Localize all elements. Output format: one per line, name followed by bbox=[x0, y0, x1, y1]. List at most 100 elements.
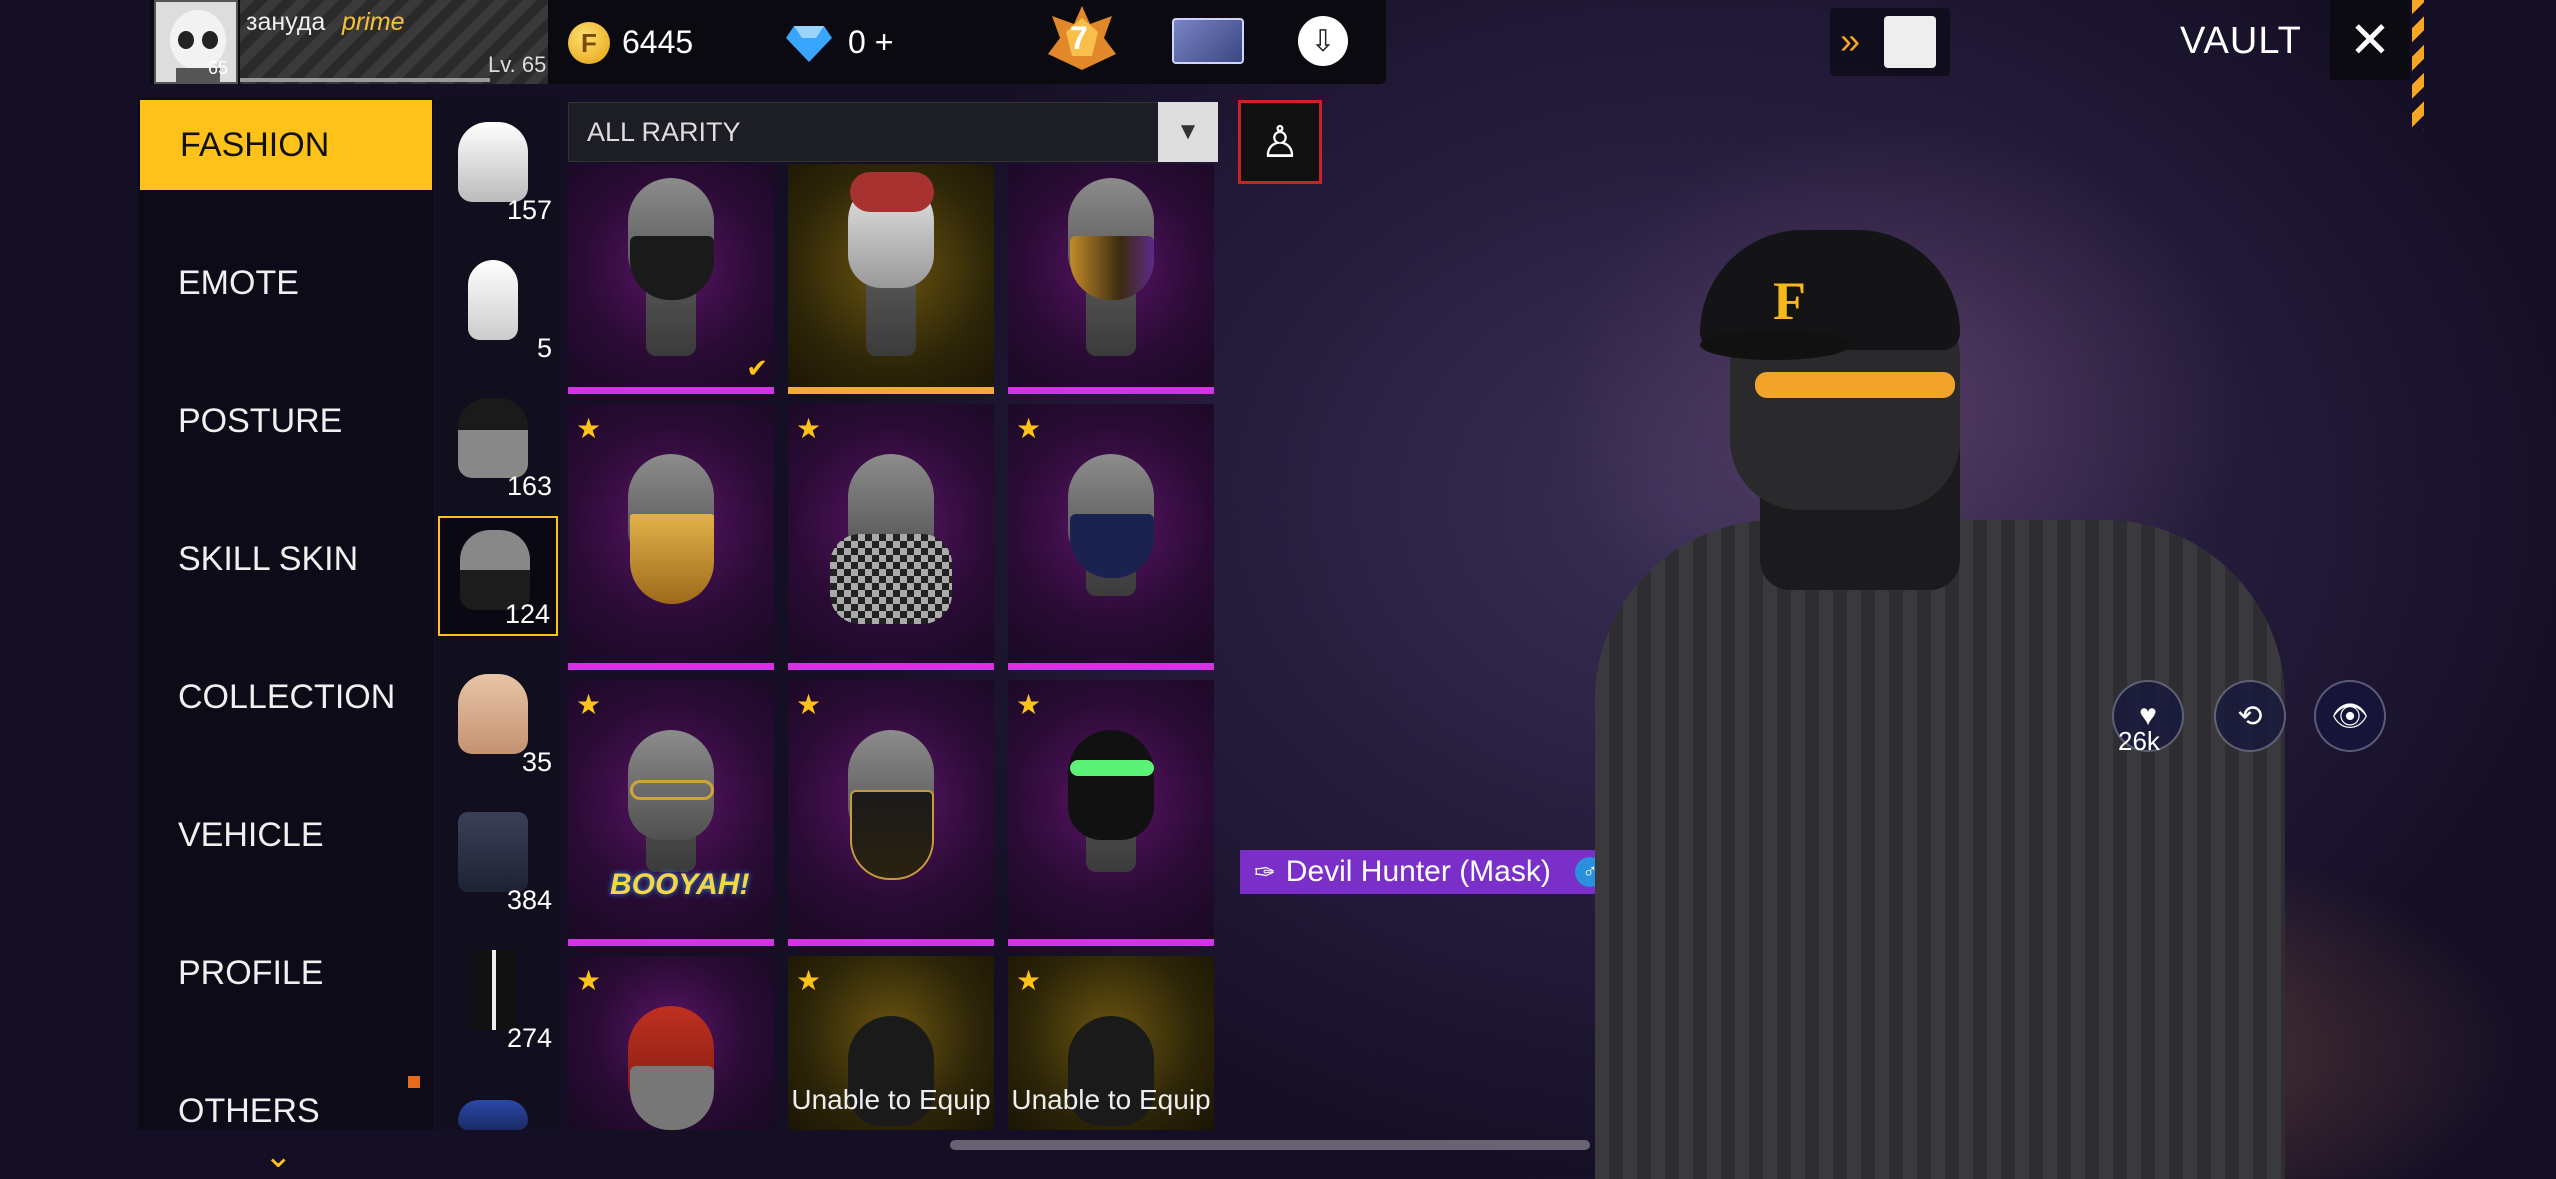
sub-count: 384 bbox=[506, 885, 552, 915]
mask-graphic bbox=[630, 1066, 714, 1130]
item-card[interactable]: ★ bbox=[568, 404, 774, 670]
mask-graphic bbox=[1070, 236, 1154, 300]
rarity-bar bbox=[788, 663, 994, 670]
sub-count: 274 bbox=[506, 1023, 552, 1053]
double-chevron-icon: » bbox=[1840, 20, 1861, 61]
portrait-icon bbox=[1884, 16, 1936, 68]
player-name: зануда bbox=[246, 8, 326, 36]
shoes-icon bbox=[458, 1100, 528, 1130]
item-card[interactable]: ★ bbox=[788, 404, 994, 670]
sub-bottom[interactable]: 274 bbox=[438, 938, 558, 1058]
jumpsuit-icon bbox=[468, 260, 518, 340]
cap-logo: F bbox=[1773, 271, 1806, 331]
menu-fashion[interactable]: FASHION bbox=[140, 100, 432, 190]
notification-dot bbox=[408, 1076, 420, 1088]
gold-coin-icon: F bbox=[568, 22, 610, 64]
pants-icon bbox=[472, 950, 516, 1030]
cap-visor bbox=[1700, 330, 1850, 360]
menu-collection[interactable]: COLLECTION bbox=[138, 652, 434, 742]
gold-amount: 6445 bbox=[622, 24, 694, 60]
mask-icon bbox=[460, 530, 530, 610]
mask-graphic bbox=[850, 790, 934, 880]
item-card[interactable] bbox=[1008, 164, 1214, 394]
card-vault-button[interactable] bbox=[1172, 18, 1244, 64]
avatar-level: 65 bbox=[208, 58, 229, 78]
rarity-bar bbox=[788, 387, 994, 394]
menu-emote[interactable]: EMOTE bbox=[138, 238, 434, 328]
sub-headwear[interactable]: 163 bbox=[438, 386, 558, 506]
sub-top[interactable]: 384 bbox=[438, 800, 558, 920]
rarity-bar bbox=[568, 387, 774, 394]
sub-full-outfit[interactable]: 157 bbox=[438, 110, 558, 230]
star-icon: ★ bbox=[576, 965, 602, 996]
sub-count: 157 bbox=[506, 195, 552, 225]
player-level: Lv. 65 bbox=[488, 52, 547, 77]
mannequin-icon[interactable]: ♙ bbox=[1238, 100, 1322, 184]
star-icon: ★ bbox=[796, 965, 822, 996]
item-card[interactable]: ★ bbox=[788, 680, 994, 946]
rotate-phone-icon[interactable]: ⟲ bbox=[2214, 680, 2286, 752]
unable-to-equip-label: Unable to Equip bbox=[1011, 1084, 1211, 1115]
item-card[interactable]: ★ BOOYAH! bbox=[568, 680, 774, 946]
item-card[interactable]: ★ Unable to Equip bbox=[1008, 956, 1214, 1130]
star-icon: ★ bbox=[1016, 965, 1042, 996]
rarity-bar bbox=[1008, 663, 1214, 670]
equipped-check-icon: ✔ bbox=[746, 353, 768, 383]
item-card[interactable]: ★ bbox=[568, 956, 774, 1130]
deco-stripe bbox=[2412, 0, 2424, 130]
face-icon bbox=[458, 674, 528, 754]
mannequin-head bbox=[1068, 730, 1154, 840]
sub-shoes[interactable] bbox=[438, 1076, 558, 1130]
mask-graphic bbox=[630, 236, 714, 300]
jacket-icon bbox=[458, 812, 528, 892]
chevron-down-icon[interactable]: ⌄ bbox=[264, 1136, 293, 1176]
item-card[interactable]: ★ Unable to Equip bbox=[788, 956, 994, 1130]
cloud-download-icon[interactable]: ⇩ bbox=[1298, 16, 1348, 66]
menu-skill-skin[interactable]: SKILL SKIN bbox=[138, 514, 434, 604]
sub-count: 5 bbox=[536, 333, 552, 363]
rarity-filter[interactable]: ALL RARITY bbox=[568, 102, 1218, 162]
close-icon[interactable]: ✕ bbox=[2330, 0, 2410, 80]
scrollbar[interactable] bbox=[950, 1140, 1590, 1150]
booyah-logo: BOOYAH! bbox=[610, 868, 750, 901]
sub-count: 35 bbox=[521, 747, 552, 777]
item-card[interactable]: ★ bbox=[1008, 404, 1214, 670]
cap-icon bbox=[458, 398, 528, 478]
item-card[interactable]: ★ bbox=[1008, 680, 1214, 946]
hair-graphic bbox=[850, 172, 934, 212]
dropdown-arrow-icon[interactable]: ▼ bbox=[1158, 102, 1218, 162]
outfit-icon bbox=[458, 122, 528, 202]
diamond-icon bbox=[786, 26, 832, 62]
item-card[interactable] bbox=[788, 164, 994, 394]
diamond-amount[interactable]: 0 + bbox=[848, 24, 893, 61]
menu-posture[interactable]: POSTURE bbox=[138, 376, 434, 466]
rarity-bar bbox=[568, 939, 774, 946]
xp-bar bbox=[240, 78, 490, 82]
rarity-bar bbox=[1008, 387, 1214, 394]
star-icon: ★ bbox=[576, 689, 602, 720]
mask-graphic bbox=[830, 534, 952, 624]
rank-number: 7 bbox=[1070, 20, 1088, 56]
selected-item-name: Devil Hunter (Mask) bbox=[1285, 855, 1551, 888]
menu-vehicle[interactable]: VEHICLE bbox=[138, 790, 434, 880]
rarity-bar bbox=[788, 939, 994, 946]
sub-mask[interactable]: 124 bbox=[438, 516, 558, 636]
star-icon: ★ bbox=[796, 413, 822, 444]
showcase-button[interactable]: » bbox=[1830, 8, 1950, 76]
rarity-bar bbox=[568, 663, 774, 670]
item-card[interactable]: ✔ bbox=[568, 164, 774, 394]
sub-face[interactable]: 35 bbox=[438, 662, 558, 782]
view-character-icon[interactable]: 👁 bbox=[2314, 680, 2386, 752]
sub-count: 124 bbox=[504, 599, 550, 629]
selected-item-tag: ✑ Devil Hunter (Mask) ♂ bbox=[1240, 850, 1615, 894]
mask-graphic bbox=[1070, 514, 1154, 578]
player-tag: prime bbox=[342, 8, 405, 36]
sub-jumpsuit[interactable]: 5 bbox=[438, 248, 558, 368]
visor-graphic bbox=[1070, 760, 1154, 776]
sub-count: 163 bbox=[506, 471, 552, 501]
likes-count: 26k bbox=[2118, 726, 2160, 756]
rarity-bar bbox=[1008, 939, 1214, 946]
character-glasses bbox=[1755, 372, 1955, 398]
mask-graphic bbox=[630, 514, 714, 604]
menu-profile[interactable]: PROFILE bbox=[138, 928, 434, 1018]
